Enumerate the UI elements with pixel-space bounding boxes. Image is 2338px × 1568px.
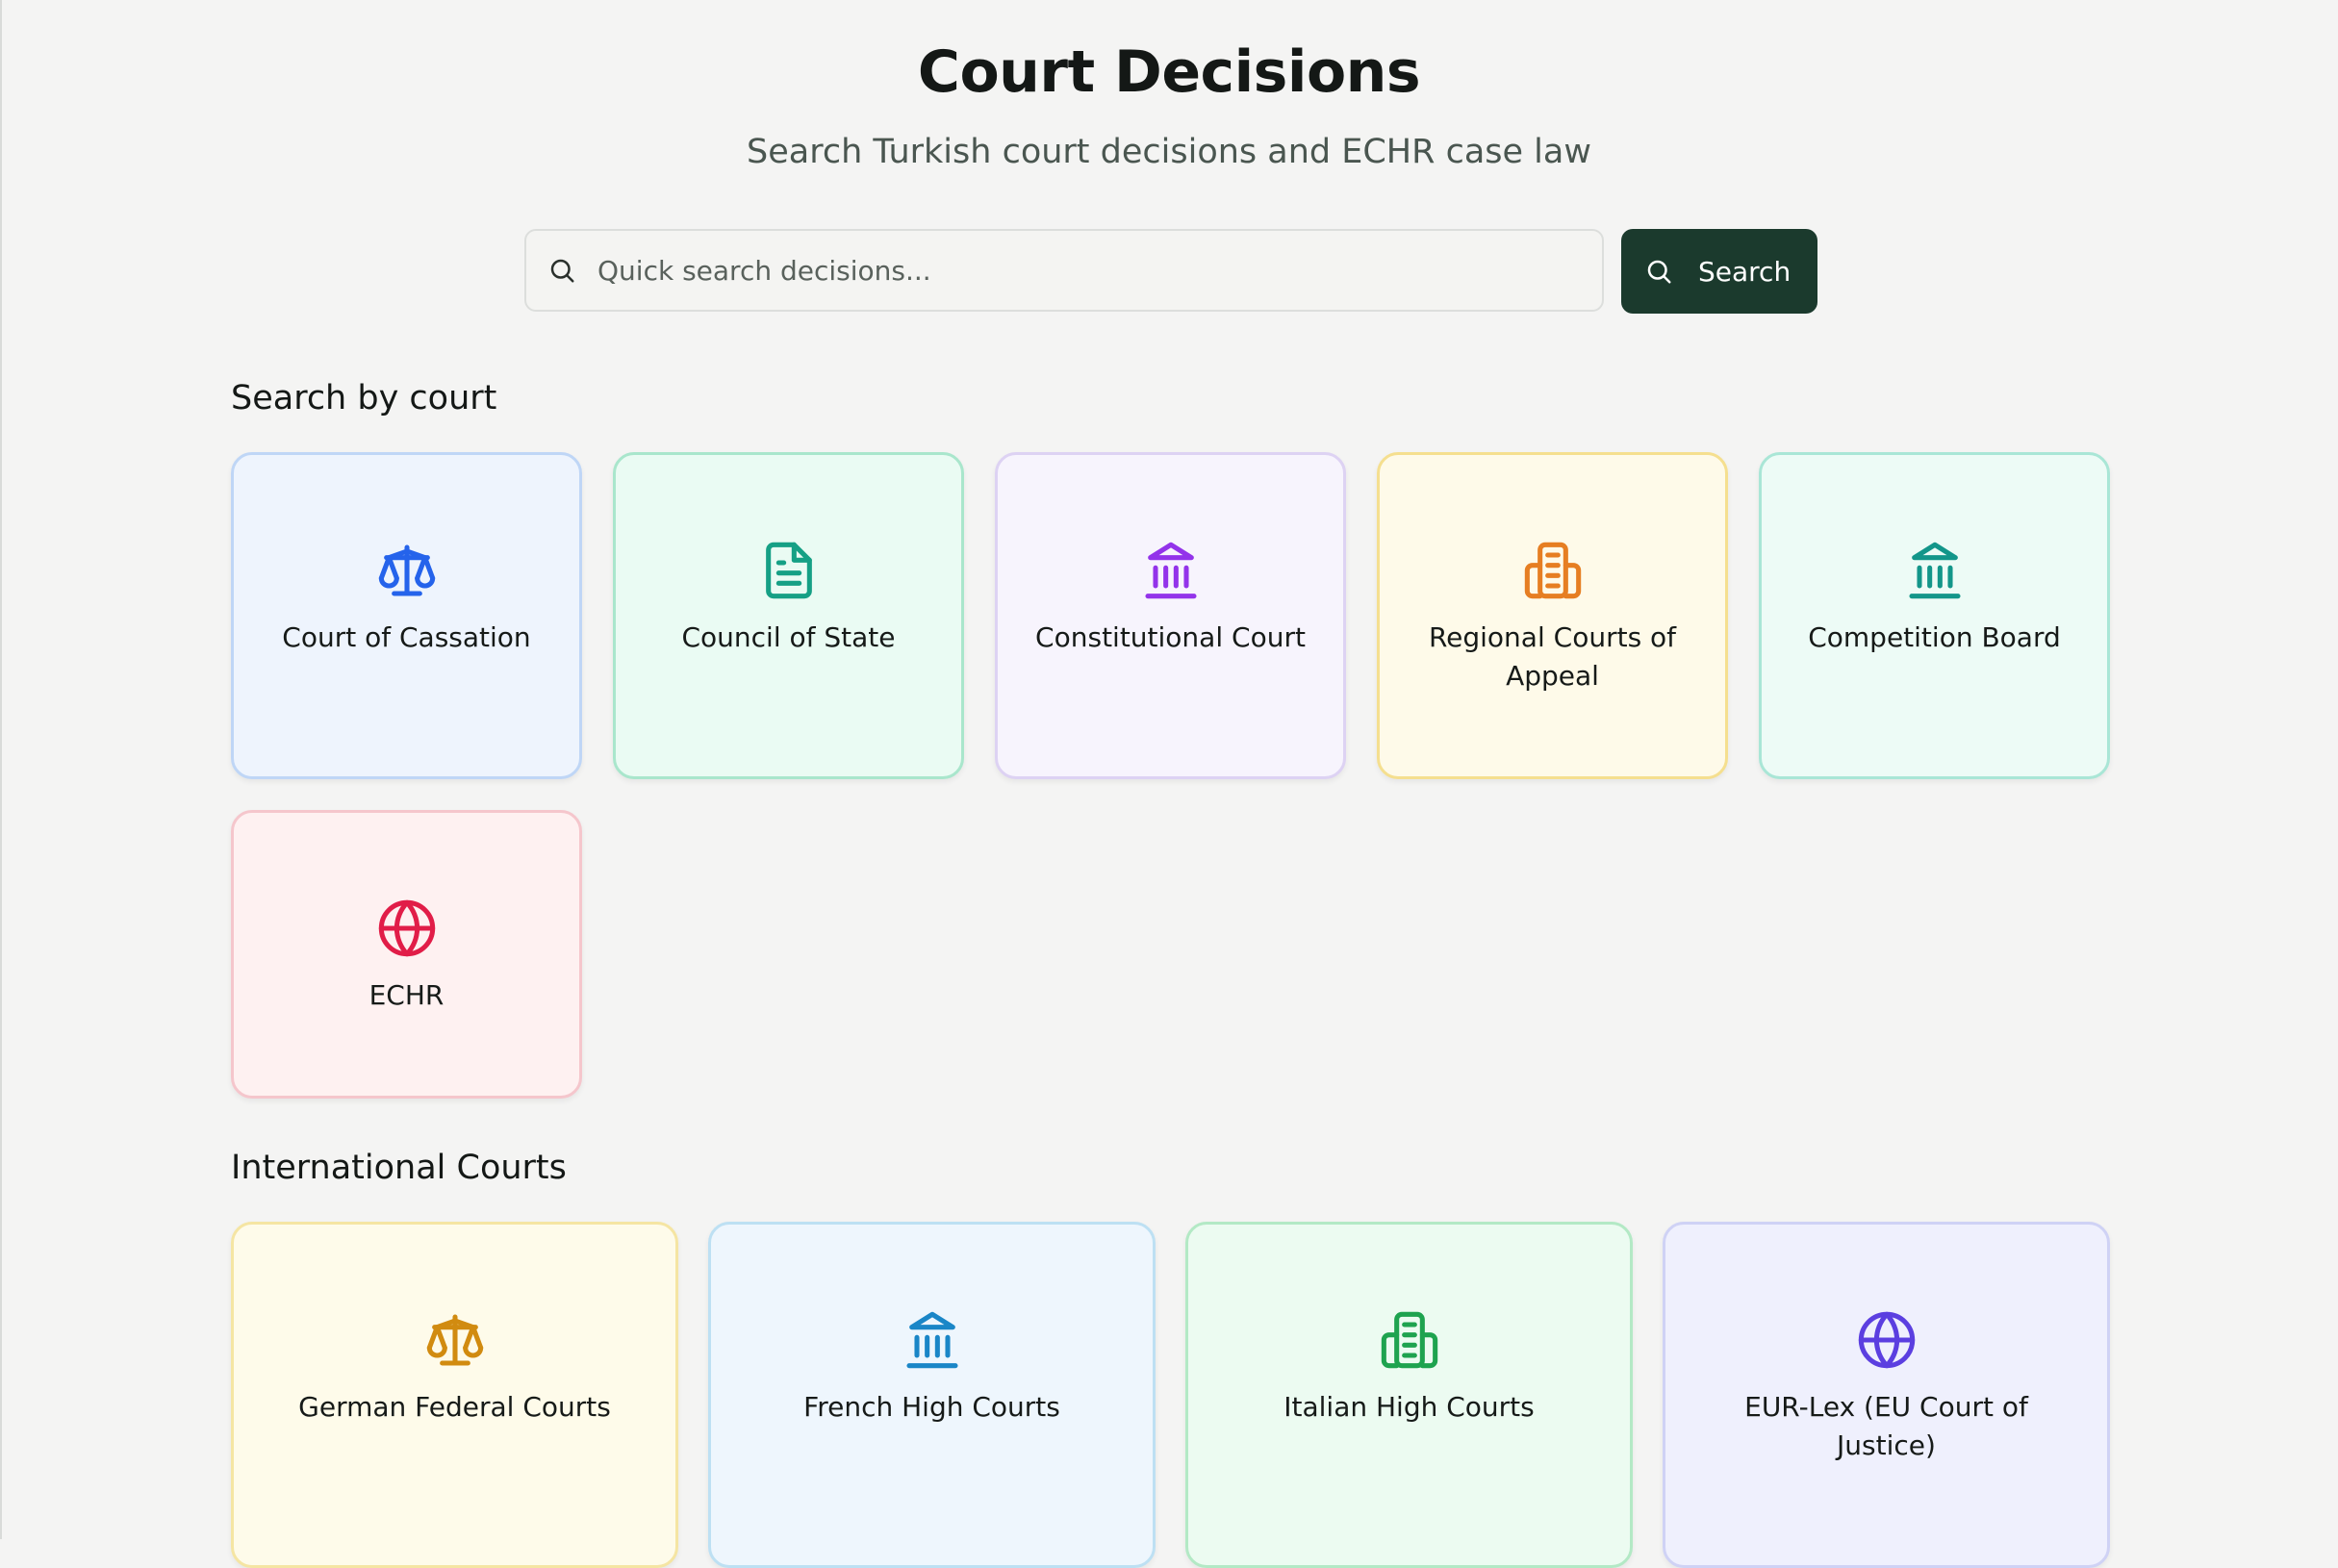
globe-icon bbox=[376, 898, 438, 959]
search-input[interactable] bbox=[596, 253, 1562, 288]
court-card-french-high-courts[interactable]: French High Courts bbox=[708, 1222, 1156, 1568]
court-card-court-of-cassation[interactable]: Court of Cassation bbox=[231, 452, 582, 779]
globe-icon bbox=[1856, 1309, 1918, 1371]
court-card-council-of-state[interactable]: Council of State bbox=[613, 452, 964, 779]
scale-icon bbox=[424, 1309, 486, 1371]
search-box[interactable] bbox=[524, 229, 1604, 312]
page-subtitle: Search Turkish court decisions and ECHR … bbox=[747, 133, 1591, 171]
search-button[interactable]: Search bbox=[1621, 229, 1817, 314]
court-card-regional-courts-of-appeal[interactable]: Regional Courts of Appeal bbox=[1377, 452, 1728, 779]
court-card-label: Italian High Courts bbox=[1283, 1391, 1535, 1423]
court-card-label: French High Courts bbox=[803, 1391, 1060, 1423]
court-card-label: Council of State bbox=[681, 621, 896, 653]
court-card-eur-lex-eu-court-of-justice[interactable]: EUR-Lex (EU Court of Justice) bbox=[1663, 1222, 2110, 1568]
court-card-italian-high-courts[interactable]: Italian High Courts bbox=[1185, 1222, 1633, 1568]
court-card-label: EUR-Lex (EU Court of Justice) bbox=[1744, 1391, 2028, 1461]
landmark-icon bbox=[902, 1309, 963, 1371]
landmark-icon bbox=[1904, 540, 1966, 601]
court-card-label: ECHR bbox=[368, 979, 445, 1011]
search-icon bbox=[547, 256, 576, 285]
court-card-competition-board[interactable]: Competition Board bbox=[1759, 452, 2110, 779]
building-icon bbox=[1379, 1309, 1440, 1371]
court-card-constitutional-court[interactable]: Constitutional Court bbox=[995, 452, 1346, 779]
search-button-label: Search bbox=[1698, 255, 1792, 288]
court-card-echr[interactable]: ECHR bbox=[231, 810, 582, 1099]
section-heading-international: International Courts bbox=[231, 1149, 567, 1187]
building-icon bbox=[1522, 540, 1584, 601]
court-card-label: German Federal Courts bbox=[298, 1391, 611, 1423]
court-card-label: Regional Courts of Appeal bbox=[1428, 621, 1677, 692]
court-card-label: Court of Cassation bbox=[282, 621, 531, 653]
court-card-label: Constitutional Court bbox=[1035, 621, 1306, 653]
search-icon bbox=[1644, 257, 1673, 286]
section-heading-by-court: Search by court bbox=[231, 379, 497, 417]
page-title: Court Decisions bbox=[917, 38, 1421, 106]
landmark-icon bbox=[1140, 540, 1202, 601]
court-card-label: Competition Board bbox=[1808, 621, 2061, 653]
court-card-german-federal-courts[interactable]: German Federal Courts bbox=[231, 1222, 678, 1568]
scale-icon bbox=[376, 540, 438, 601]
left-border bbox=[0, 0, 2, 1539]
document-icon bbox=[758, 540, 820, 601]
